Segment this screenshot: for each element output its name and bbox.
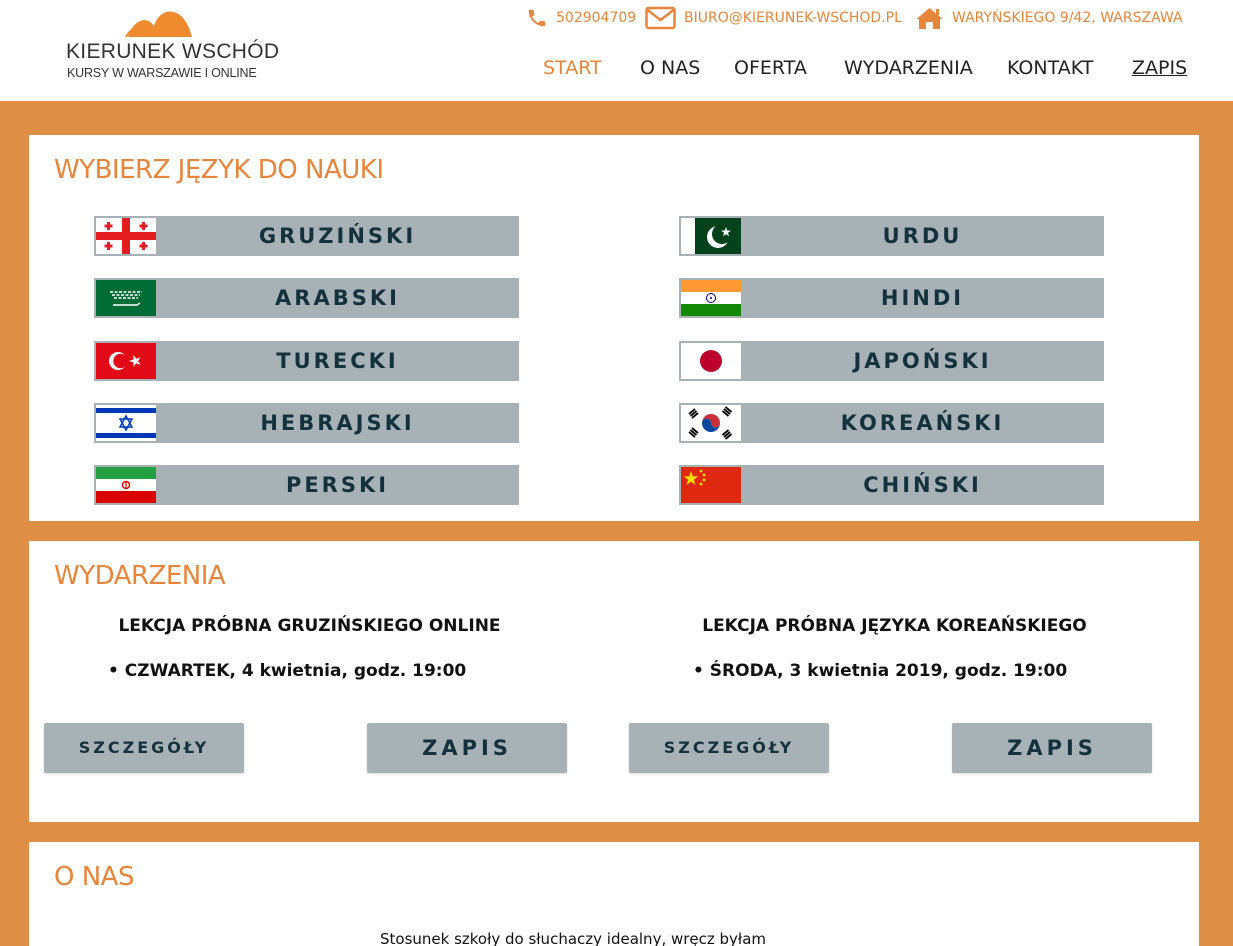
language-button-turecki[interactable]: TURECKI [94, 341, 519, 381]
language-label: KOREAŃSKI [840, 411, 1005, 435]
language-button-perski[interactable]: PERSKI [94, 465, 519, 505]
nav-kontakt[interactable]: KONTAKT [1007, 57, 1093, 79]
about-panel: O NAS Stosunek szkoły do słuchaczy ideal… [29, 842, 1199, 946]
pakistan-flag-icon [681, 218, 741, 254]
events-title: WYDARZENIA [54, 561, 226, 591]
nav-oferta[interactable]: OFERTA [734, 57, 807, 79]
phone-number: 502904709 [556, 10, 637, 26]
event-date-text: ŚRODA, 3 kwietnia 2019, godz. 19:00 [709, 661, 1068, 681]
language-button-arabski[interactable]: ARABSKI [94, 278, 519, 318]
iran-flag-icon [96, 467, 156, 503]
china-flag-icon [681, 467, 741, 503]
language-button-chinski[interactable]: CHIŃSKI [679, 465, 1104, 505]
india-flag-icon [681, 280, 741, 316]
details-button[interactable]: SZCZEGÓŁY [629, 723, 829, 773]
saudi-arabia-flag-icon [96, 280, 156, 316]
home-icon [916, 8, 943, 29]
language-button-hebrajski[interactable]: HEBRAJSKI [94, 403, 519, 443]
phone-icon [528, 9, 546, 27]
event-title[interactable]: LEKCJA PRÓBNA GRUZIŃSKIEGO ONLINE [29, 616, 590, 636]
event-title[interactable]: LEKCJA PRÓBNA JĘZYKA KOREAŃSKIEGO [614, 616, 1175, 636]
nav-wydarzenia[interactable]: WYDARZENIA [844, 57, 973, 79]
turkey-flag-icon [96, 343, 156, 379]
israel-flag-icon [96, 405, 156, 441]
georgia-flag-icon [96, 218, 156, 254]
testimonial-text: Stosunek szkoły do słuchaczy idealny, wr… [380, 930, 766, 946]
language-label: URDU [882, 224, 963, 248]
languages-panel: WYBIERZ JĘZYK DO NAUKI GRUZIŃSKI URDU AR… [29, 135, 1199, 521]
nav-o-nas[interactable]: O NAS [640, 57, 700, 79]
event-date-text: CZWARTEK, 4 kwietnia, godz. 19:00 [124, 661, 467, 681]
language-button-hindi[interactable]: HINDI [679, 278, 1104, 318]
language-button-japonski[interactable]: JAPOŃSKI [679, 341, 1104, 381]
event-date: • ŚRODA, 3 kwietnia 2019, godz. 19:00 [693, 661, 1068, 681]
phone-contact[interactable]: 502904709 [526, 6, 636, 30]
signup-button[interactable]: ZAPIS [367, 723, 567, 773]
language-label: PERSKI [285, 473, 390, 497]
language-button-koreanski[interactable]: KOREAŃSKI [679, 403, 1104, 443]
email-address: BIURO@KIERUNEK-WSCHOD.PL [684, 10, 902, 26]
details-button[interactable]: SZCZEGÓŁY [44, 723, 244, 773]
logo-roofs-icon [125, 11, 192, 38]
languages-title: WYBIERZ JĘZYK DO NAUKI [54, 155, 384, 185]
language-label: GRUZIŃSKI [258, 224, 417, 248]
language-label: JAPOŃSKI [853, 349, 992, 373]
language-label: HINDI [880, 286, 965, 310]
event-date: • CZWARTEK, 4 kwietnia, godz. 19:00 [108, 661, 467, 681]
logo-title: KIERUNEK WSCHÓD [66, 40, 280, 63]
logo[interactable]: KIERUNEK WSCHÓD KURSY W WARSZAWIE I ONLI… [66, 4, 279, 84]
language-button-urdu[interactable]: URDU [679, 216, 1104, 256]
address-text: WARYŃSKIEGO 9/42, WARSZAWA [952, 10, 1183, 26]
logo-subtitle: KURSY W WARSZAWIE I ONLINE [67, 66, 257, 80]
language-button-gruzinski[interactable]: GRUZIŃSKI [94, 216, 519, 256]
nav-zapis[interactable]: ZAPIS [1132, 57, 1187, 79]
events-panel: WYDARZENIA LEKCJA PRÓBNA GRUZIŃSKIEGO ON… [29, 541, 1199, 822]
address-contact[interactable]: WARYŃSKIEGO 9/42, WARSZAWA [915, 6, 1183, 30]
japan-flag-icon [681, 343, 741, 379]
nav-start[interactable]: START [543, 57, 602, 79]
south-korea-flag-icon [681, 405, 741, 441]
about-title: O NAS [54, 862, 134, 892]
language-label: ARABSKI [275, 286, 400, 310]
envelope-icon [645, 6, 676, 30]
signup-button[interactable]: ZAPIS [952, 723, 1152, 773]
language-label: HEBRAJSKI [260, 411, 415, 435]
language-label: TURECKI [276, 349, 399, 373]
email-contact[interactable]: BIURO@KIERUNEK-WSCHOD.PL [645, 6, 902, 30]
site-header: KIERUNEK WSCHÓD KURSY W WARSZAWIE I ONLI… [0, 0, 1233, 101]
language-label: CHIŃSKI [863, 473, 982, 497]
